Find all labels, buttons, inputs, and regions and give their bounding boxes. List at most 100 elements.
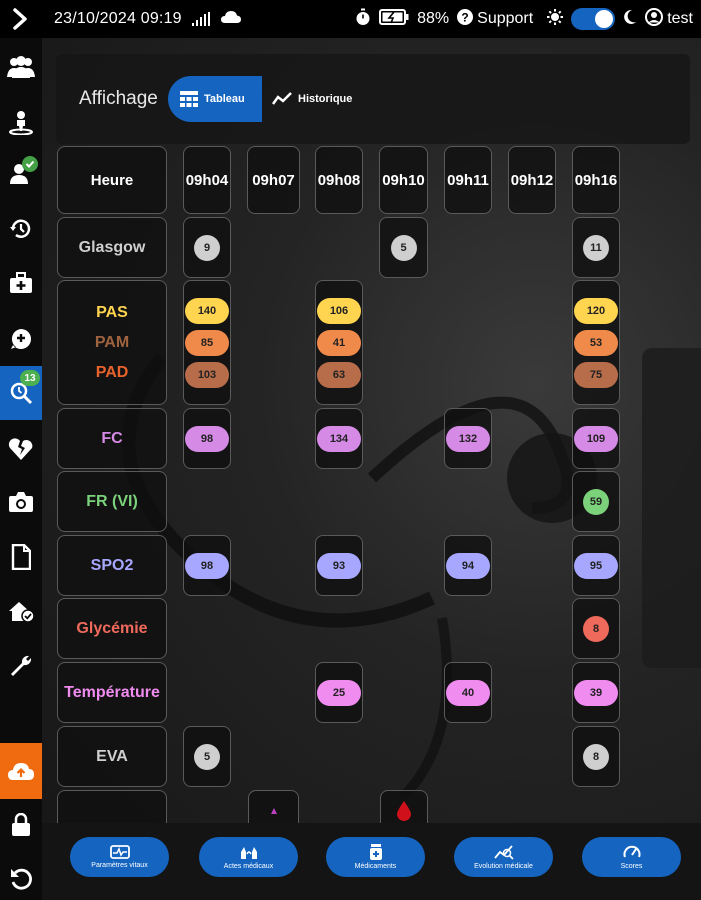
tab-tableau-label: Tableau (204, 93, 245, 105)
cloud-upload-icon (8, 763, 34, 780)
time-column-header[interactable]: 09h10 (379, 146, 428, 214)
value-cell[interactable]: 106 41 63 (315, 280, 363, 405)
value-pill-pad: 103 (185, 361, 229, 388)
evolution-icon (493, 845, 514, 860)
home-check-icon (9, 602, 35, 623)
time-column-header[interactable]: 09h04 (183, 146, 231, 214)
value-cell[interactable]: 9 (183, 217, 231, 278)
value-cell[interactable]: 39 (572, 662, 620, 723)
trend-line-icon (272, 92, 292, 105)
sidebar-item-medical-kit[interactable] (0, 262, 42, 304)
tab-historique[interactable]: Historique (272, 76, 382, 122)
sidebar: 13 (0, 38, 42, 900)
value-cell[interactable]: 40 (444, 662, 492, 723)
time-column-header[interactable]: 09h11 (444, 146, 492, 214)
status-bar: 23/10/2024 09:19 88% ? Support test (0, 0, 701, 38)
value-pill-fc: 109 (574, 425, 618, 452)
value-cell[interactable]: 120 53 75 (572, 280, 620, 405)
value-pill-eva: 5 (194, 743, 220, 770)
help-icon[interactable]: ? (457, 8, 474, 30)
dark-mode-toggle[interactable] (571, 8, 616, 30)
username[interactable]: test (667, 10, 693, 28)
row-label-text: FC (101, 429, 123, 447)
row-label-glasgow: Glasgow (57, 217, 167, 278)
sidebar-item-group[interactable] (0, 46, 42, 88)
value-cell[interactable]: 11 (572, 217, 620, 278)
time-column-header[interactable]: 09h12 (508, 146, 556, 214)
camera-icon (9, 492, 33, 512)
bottom-toolbar: Paramètres vitaux Actes médicaux Médicam… (42, 823, 701, 900)
sidebar-item-chat[interactable] (0, 318, 42, 360)
row-label-glycemie: Glycémie (57, 598, 167, 659)
time-column-header[interactable]: 09h08 (315, 146, 363, 214)
value-cell[interactable]: 59 (572, 471, 620, 532)
value-cell[interactable]: 109 (572, 408, 620, 469)
value-cell[interactable]: 95 (572, 535, 620, 596)
sidebar-item-history[interactable] (0, 208, 42, 250)
value-pill-spo2: 95 (574, 552, 618, 579)
sidebar-item-camera[interactable] (0, 481, 42, 523)
value-cell[interactable]: 25 (315, 662, 363, 723)
value-cell[interactable]: 5 (183, 726, 231, 787)
sidebar-item-patient[interactable] (0, 101, 42, 143)
sidebar-item-settings[interactable] (0, 645, 42, 687)
row-label-text: Glasgow (78, 238, 146, 256)
value-pill-glasgow: 5 (390, 234, 417, 261)
row-label-fc: FC (57, 408, 167, 469)
value-cell[interactable]: 93 (315, 535, 363, 596)
history-icon (10, 219, 31, 238)
value-cell[interactable]: 98 (183, 408, 231, 469)
tab-tableau[interactable]: Tableau (168, 76, 262, 122)
value-cell[interactable]: 5 (379, 217, 428, 278)
main-content: Affichage Tableau Historique Heure 09h04 0… (42, 38, 701, 900)
row-label-text: PAM (94, 333, 130, 351)
timer-icon[interactable] (355, 8, 371, 31)
value-cell[interactable]: 98 (183, 535, 231, 596)
vitals-button-label: Paramètres vitaux (91, 862, 148, 869)
value-cell[interactable]: 8 (572, 598, 620, 659)
value-cell[interactable]: 134 (315, 408, 363, 469)
row-label-spo2: SPO2 (57, 535, 167, 596)
scores-button[interactable]: Scores (582, 837, 681, 877)
wrench-icon (11, 655, 32, 676)
row-label-text: FR (VI) (86, 492, 138, 510)
sidebar-item-monitoring[interactable]: 13 (0, 366, 42, 420)
row-label-text: SPO2 (90, 556, 134, 574)
datetime: 23/10/2024 09:19 (54, 10, 182, 27)
value-pill-pas: 140 (185, 297, 229, 324)
chat-icon (11, 329, 31, 349)
sidebar-item-lock[interactable] (0, 804, 42, 846)
sidebar-item-undo[interactable] (0, 858, 42, 900)
value-pill-temperature: 40 (446, 679, 490, 706)
vitals-button[interactable]: Paramètres vitaux (70, 837, 169, 877)
time-column-header[interactable]: 09h16 (572, 146, 620, 214)
value-cell[interactable]: 132 (444, 408, 492, 469)
sidebar-item-document[interactable] (0, 536, 42, 578)
value-pill-fc: 98 (185, 425, 229, 452)
sidebar-item-cardio[interactable] (0, 428, 42, 470)
value-pill-pad: 63 (317, 361, 361, 388)
value-cell[interactable]: 8 (572, 726, 620, 787)
battery-percentage: 88% (417, 10, 450, 27)
support-link[interactable]: Support (477, 10, 533, 28)
medications-button[interactable]: Médicaments (326, 837, 425, 877)
account-icon[interactable] (645, 7, 664, 31)
value-cell[interactable]: 140 85 103 (183, 280, 231, 405)
acts-button[interactable]: Actes médicaux (199, 837, 298, 877)
medical-evolution-button[interactable]: Evolution médicale (454, 837, 553, 877)
menu-expand-icon[interactable] (0, 0, 40, 38)
time-label: 09h16 (574, 171, 618, 189)
value-pill-fc: 134 (317, 425, 361, 452)
value-pill-spo2: 98 (185, 552, 229, 579)
sidebar-item-identity[interactable] (0, 152, 42, 194)
value-cell[interactable]: 94 (444, 535, 492, 596)
value-pill-pam: 41 (317, 329, 361, 356)
time-column-header[interactable]: 09h07 (247, 146, 300, 214)
row-label-text: PAD (95, 363, 129, 381)
time-label: 09h12 (510, 171, 554, 189)
row-label-eva: EVA (57, 726, 167, 787)
sun-icon (547, 8, 564, 30)
sidebar-item-upload[interactable] (0, 743, 42, 799)
moon-icon (623, 9, 637, 30)
sidebar-item-home[interactable] (0, 590, 42, 632)
